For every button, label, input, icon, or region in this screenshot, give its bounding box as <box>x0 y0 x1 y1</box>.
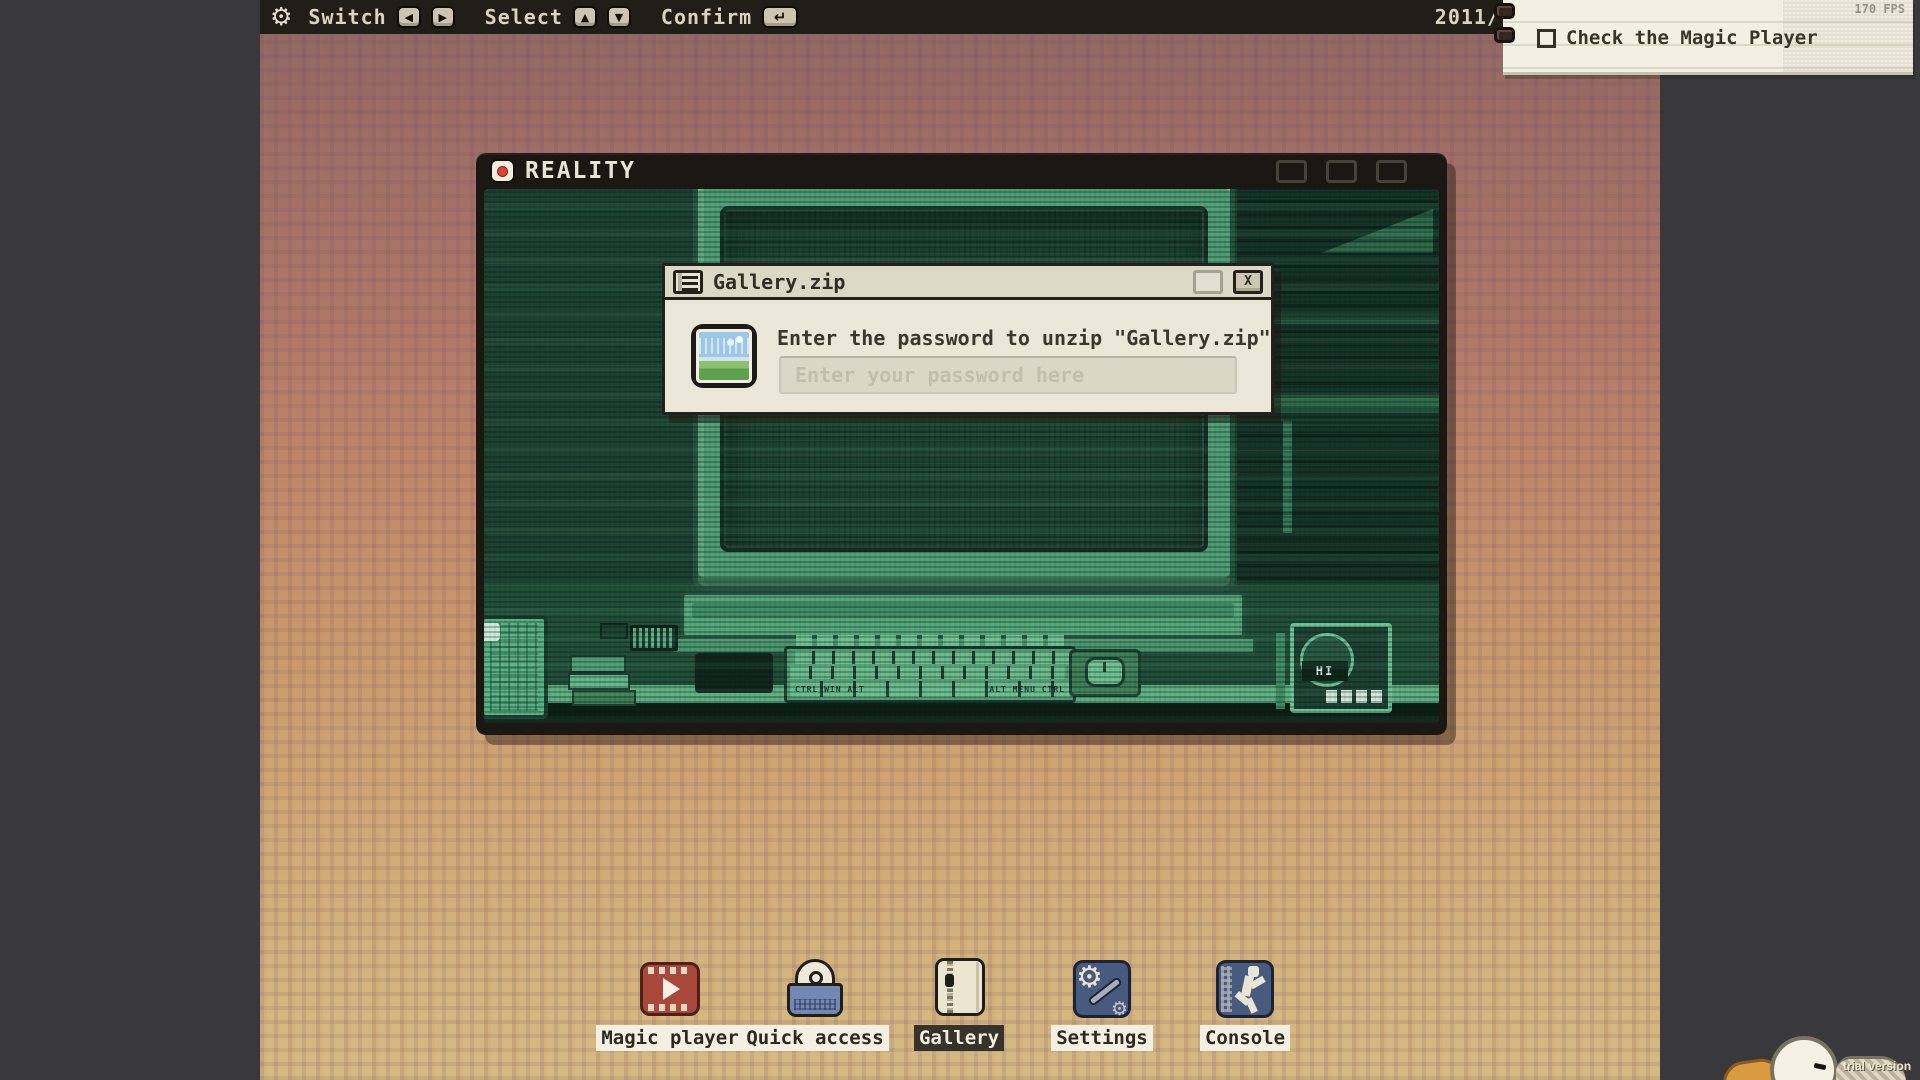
scene-mouse <box>1085 657 1125 687</box>
reality-window-title: REALITY <box>525 158 636 184</box>
gear-icon[interactable]: ⚙ <box>270 0 292 34</box>
dialog-titlebar[interactable]: Gallery.zip X <box>665 266 1271 300</box>
console-icon <box>1214 958 1276 1020</box>
scene-mug <box>484 623 500 641</box>
scene-player-label: HI <box>1302 661 1348 681</box>
zipper-pull-shape <box>945 974 954 987</box>
icon-label: Quick access <box>741 1025 888 1051</box>
dialog-close-button[interactable]: X <box>1233 270 1263 294</box>
magic-player-checkbox[interactable] <box>1537 29 1556 48</box>
dialog-message: Enter the password to unzip "Gallery.zip… <box>777 326 1271 350</box>
paper-pin-icon <box>1494 27 1515 43</box>
select-down-key-icon[interactable]: ▼ <box>607 6 631 28</box>
icon-label: Magic player <box>596 1025 743 1051</box>
scene-notepad <box>695 653 773 693</box>
gallery-image-frame <box>696 329 752 383</box>
paper-pin-icon <box>1494 3 1515 19</box>
duck-head <box>1770 1036 1838 1080</box>
dialog-title: Gallery.zip <box>713 270 845 294</box>
switch-prev-key-icon[interactable]: ◀ <box>397 6 421 28</box>
zip-file-icon <box>673 270 703 294</box>
scene-small-box <box>600 623 628 639</box>
scene-keyboard-base: CTRL WIN ALT ALT MENU CTRL <box>784 646 1076 703</box>
password-input[interactable] <box>779 356 1237 394</box>
select-label: Select <box>485 5 563 29</box>
icon-label: Console <box>1200 1025 1290 1051</box>
gallery-image-art <box>699 332 749 380</box>
zipper-shape <box>947 961 953 1013</box>
confirm-enter-key-icon[interactable]: ↵ <box>762 6 798 28</box>
select-up-key-icon[interactable]: ▲ <box>573 6 597 28</box>
scene-keyboard-left-legends: CTRL WIN ALT <box>795 685 865 694</box>
gallery-icon <box>928 958 990 1020</box>
record-icon <box>490 159 515 183</box>
task-note-panel: 170 FPS Check the Magic Player <box>1503 0 1913 75</box>
control-hints-bar: ⚙ Switch ◀ ▶ Select ▲ ▼ Confirm ↵ 2011/ <box>260 0 1660 34</box>
scene-player-label-strip <box>1276 633 1285 709</box>
scene-shelf-pipe <box>1283 421 1292 533</box>
desktop-icon-console[interactable]: Console <box>1160 958 1330 1051</box>
switch-next-key-icon[interactable]: ▶ <box>431 6 455 28</box>
scene-box-b <box>568 673 630 690</box>
gallery-image-icon <box>691 324 757 388</box>
scene-cassette-deck <box>630 625 678 651</box>
window-button-1[interactable] <box>1276 160 1307 183</box>
gallery-zip-dialog: Gallery.zip X Enter the password to unzi… <box>662 263 1274 415</box>
quick-access-icon <box>784 958 846 1020</box>
scene-monitor-base <box>680 591 1246 639</box>
play-triangle-icon <box>663 978 680 1000</box>
scene-mousepad <box>1069 649 1141 697</box>
scene-music-player: HI <box>1290 623 1392 713</box>
pouch-edge-shade <box>976 962 979 1012</box>
gear-icon: ⚙ <box>1111 998 1128 1020</box>
dither-dots <box>1221 966 1232 1012</box>
scene-keyboard-bottom-row: CTRL WIN ALT ALT MENU CTRL <box>790 681 1070 697</box>
icon-label: Settings <box>1051 1025 1153 1051</box>
date-text: 2011/ <box>1435 5 1500 29</box>
reality-titlebar[interactable]: REALITY <box>476 153 1447 189</box>
scene-keyboard-right-legends: ALT MENU CTRL <box>989 685 1065 694</box>
scene-keyboard-row <box>795 651 1070 664</box>
task-row: Check the Magic Player <box>1537 27 1818 49</box>
scene-box-a <box>570 655 626 673</box>
scene-box-c <box>572 690 636 706</box>
confirm-label: Confirm <box>661 5 752 29</box>
scene-keyboard: CTRL WIN ALT ALT MENU CTRL <box>784 635 1076 703</box>
scene-shelf-triangle <box>1321 209 1433 253</box>
screen: ⚙ Switch ◀ ▶ Select ▲ ▼ Confirm ↵ 2011/ … <box>0 0 1920 1080</box>
film-holes <box>648 967 692 974</box>
window-button-2[interactable] <box>1326 160 1357 183</box>
bag-body-shape <box>787 983 843 1017</box>
fps-counter: 170 FPS <box>1854 2 1905 16</box>
dialog-blank-button[interactable] <box>1193 270 1223 294</box>
scene-keyboard-row <box>790 666 1065 679</box>
switch-label: Switch <box>308 5 386 29</box>
reality-window: REALITY <box>476 153 1447 735</box>
icon-label-selected: Gallery <box>914 1025 1004 1051</box>
film-holes <box>648 1004 692 1011</box>
trial-version-text: trial version <box>1843 1059 1911 1073</box>
scene-player-buttons <box>1326 690 1384 703</box>
task-label: Check the Magic Player <box>1566 27 1818 49</box>
settings-icon: ⚙ ⚙ <box>1071 958 1133 1020</box>
window-button-3[interactable] <box>1376 160 1407 183</box>
dialog-body: Enter the password to unzip "Gallery.zip… <box>665 300 1271 412</box>
magic-player-icon <box>639 958 701 1020</box>
scene-keyboard-function-row <box>796 635 1064 646</box>
scene-shelf-slab <box>1249 395 1439 413</box>
